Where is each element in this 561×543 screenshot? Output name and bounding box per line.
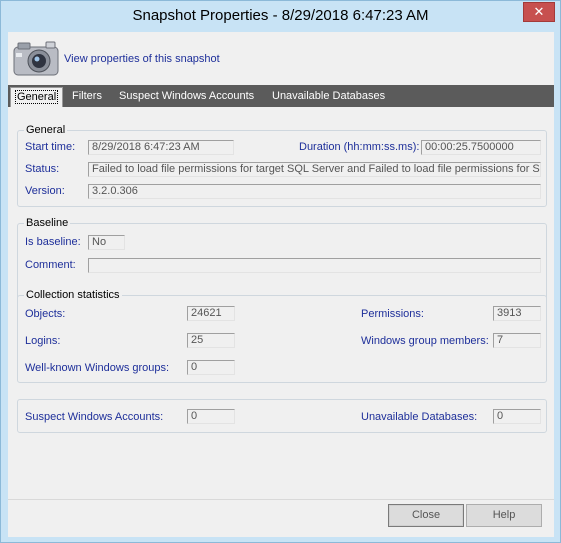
snapshot-properties-window: Snapshot Properties - 8/29/2018 6:47:23 … — [0, 0, 561, 543]
tab-general[interactable]: General — [10, 87, 64, 107]
status-field[interactable]: Failed to load file permissions for targ… — [88, 162, 541, 177]
windows-group-members-field[interactable]: 7 — [493, 333, 541, 348]
close-window-button[interactable]: ✕ — [523, 2, 555, 22]
tab-suspect-windows-accounts[interactable]: Suspect Windows Accounts — [115, 85, 258, 107]
header-band: View properties of this snapshot — [8, 32, 554, 85]
well-known-windows-groups-label: Well-known Windows groups: — [25, 362, 170, 374]
well-known-windows-groups-field[interactable]: 0 — [187, 360, 235, 375]
help-button[interactable]: Help — [466, 504, 542, 527]
footer-separator — [8, 499, 554, 500]
suspect-unavailable-group: Suspect Windows Accounts: 0 Unavailable … — [17, 399, 547, 433]
tab-strip: General Filters Suspect Windows Accounts… — [8, 85, 554, 107]
logins-field[interactable]: 25 — [187, 333, 235, 348]
unavailable-databases-field[interactable]: 0 — [493, 409, 541, 424]
is-baseline-label: Is baseline: — [25, 236, 81, 248]
baseline-group-title: Baseline — [24, 217, 71, 229]
camera-icon — [13, 41, 59, 76]
general-group-title: General — [24, 124, 68, 136]
version-field[interactable]: 3.2.0.306 — [88, 184, 541, 199]
start-time-label: Start time: — [25, 141, 76, 153]
general-group: General Start time: 8/29/2018 6:47:23 AM… — [17, 124, 547, 207]
suspect-windows-accounts-field[interactable]: 0 — [187, 409, 235, 424]
dialog-client: View properties of this snapshot General… — [8, 32, 554, 537]
suspect-windows-accounts-label: Suspect Windows Accounts: — [25, 411, 164, 423]
duration-field[interactable]: 00:00:25.7500000 — [421, 140, 541, 155]
windows-group-members-label: Windows group members: — [361, 335, 489, 347]
view-properties-link[interactable]: View properties of this snapshot — [64, 53, 220, 65]
objects-label: Objects: — [25, 308, 66, 320]
permissions-field[interactable]: 3913 — [493, 306, 541, 321]
window-title: Snapshot Properties - 8/29/2018 6:47:23 … — [132, 7, 429, 24]
duration-label: Duration (hh:mm:ss.ms): — [299, 141, 420, 153]
comment-field[interactable] — [88, 258, 541, 273]
comment-label: Comment: — [25, 259, 76, 271]
start-time-field[interactable]: 8/29/2018 6:47:23 AM — [88, 140, 234, 155]
collection-statistics-title: Collection statistics — [24, 289, 122, 301]
collection-statistics-group: Collection statistics Objects: 24621 Per… — [17, 289, 547, 383]
version-label: Version: — [25, 185, 65, 197]
status-label: Status: — [25, 163, 60, 175]
close-button[interactable]: Close — [388, 504, 464, 527]
unavailable-databases-label: Unavailable Databases: — [361, 411, 478, 423]
title-bar[interactable]: Snapshot Properties - 8/29/2018 6:47:23 … — [1, 1, 560, 32]
close-icon: ✕ — [533, 4, 545, 19]
is-baseline-field[interactable]: No — [88, 235, 125, 250]
logins-label: Logins: — [25, 335, 61, 347]
objects-field[interactable]: 24621 — [187, 306, 235, 321]
tab-unavailable-databases[interactable]: Unavailable Databases — [268, 85, 389, 107]
tab-filters[interactable]: Filters — [68, 85, 106, 107]
permissions-label: Permissions: — [361, 308, 424, 320]
